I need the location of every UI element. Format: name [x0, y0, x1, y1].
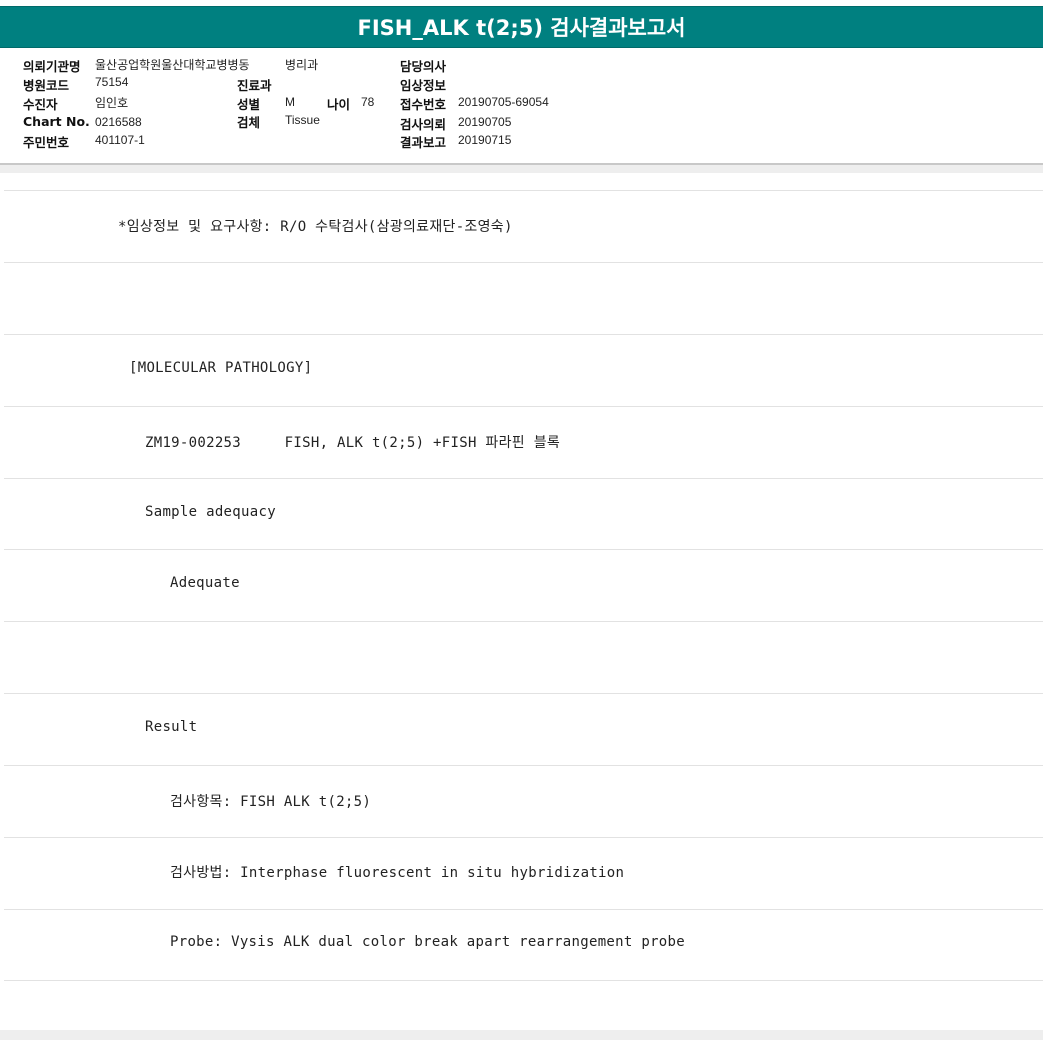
- requesting-institution-value: 울산공업학원울산대학교병병동: [95, 58, 250, 72]
- sample-adequacy-label: Sample adequacy: [145, 504, 276, 520]
- age-value: 78: [361, 95, 375, 109]
- row-divider: [4, 621, 1043, 622]
- sex-label: 성별: [237, 97, 261, 112]
- test-code-line: ZM19-002253 FISH, ALK t(2;5) +FISH 파라핀 블…: [145, 435, 561, 451]
- hospital-code-value: 75154: [95, 75, 129, 89]
- report-body[interactable]: *임상정보 및 요구사항: R/O 수탁검사(삼광의료재단-조영숙) [MOLE…: [0, 173, 1043, 1030]
- receipt-no-value: 20190705-69054: [458, 95, 549, 109]
- receipt-no-label: 접수번호: [400, 97, 447, 112]
- request-date-value: 20190705: [458, 115, 512, 129]
- clinic-label: 진료과: [237, 78, 272, 93]
- row-divider: [4, 980, 1043, 981]
- patient-label: 수진자: [23, 97, 58, 112]
- report-title: FISH_ALK t(2;5) 검사결과보고서: [357, 16, 686, 40]
- footer-bar: [0, 1030, 1043, 1040]
- row-divider: [4, 549, 1043, 550]
- specimen-label: 검체: [237, 115, 261, 130]
- clinical-request-line: *임상정보 및 요구사항: R/O 수탁검사(삼광의료재단-조영숙): [118, 219, 513, 235]
- test-method-line: 검사방법: Interphase fluorescent in situ hyb…: [170, 865, 625, 881]
- row-divider: [4, 334, 1043, 335]
- test-item-line: 검사항목: FISH ALK t(2;5): [170, 794, 372, 810]
- patient-info-panel: 의뢰기관명 울산공업학원울산대학교병병동 병리과 병원코드 75154 수진자 …: [0, 48, 1043, 165]
- resident-no-label: 주민번호: [23, 135, 70, 150]
- hospital-code-label: 병원코드: [23, 78, 70, 93]
- report-date-label: 결과보고: [400, 135, 447, 150]
- row-divider: [4, 909, 1043, 910]
- section-heading: [MOLECULAR PATHOLOGY]: [129, 360, 313, 376]
- row-divider: [4, 262, 1043, 263]
- chart-no-label: Chart No.: [23, 114, 90, 129]
- resident-no-value: 401107-1: [95, 133, 145, 147]
- clinical-info-label: 임상정보: [400, 78, 447, 93]
- report-title-bar: FISH_ALK t(2;5) 검사결과보고서: [0, 6, 1043, 48]
- sex-value: M: [285, 95, 295, 109]
- department-value: 병리과: [285, 58, 319, 72]
- request-date-label: 검사의뢰: [400, 117, 447, 132]
- row-divider: [4, 478, 1043, 479]
- row-divider: [4, 406, 1043, 407]
- section-gap: [0, 165, 1043, 173]
- sample-adequacy-value: Adequate: [170, 575, 240, 591]
- patient-value: 임인호: [95, 96, 129, 110]
- probe-line: Probe: Vysis ALK dual color break apart …: [170, 934, 685, 950]
- row-divider: [4, 190, 1043, 191]
- row-divider: [4, 765, 1043, 766]
- row-divider: [4, 837, 1043, 838]
- row-divider: [4, 693, 1043, 694]
- age-label: 나이: [327, 97, 351, 112]
- result-heading: Result: [145, 719, 198, 735]
- requesting-institution-label: 의뢰기관명: [23, 59, 81, 74]
- report-date-value: 20190715: [458, 133, 512, 147]
- doctor-label: 담당의사: [400, 59, 447, 74]
- chart-no-value: 0216588: [95, 115, 142, 129]
- specimen-value: Tissue: [285, 113, 320, 127]
